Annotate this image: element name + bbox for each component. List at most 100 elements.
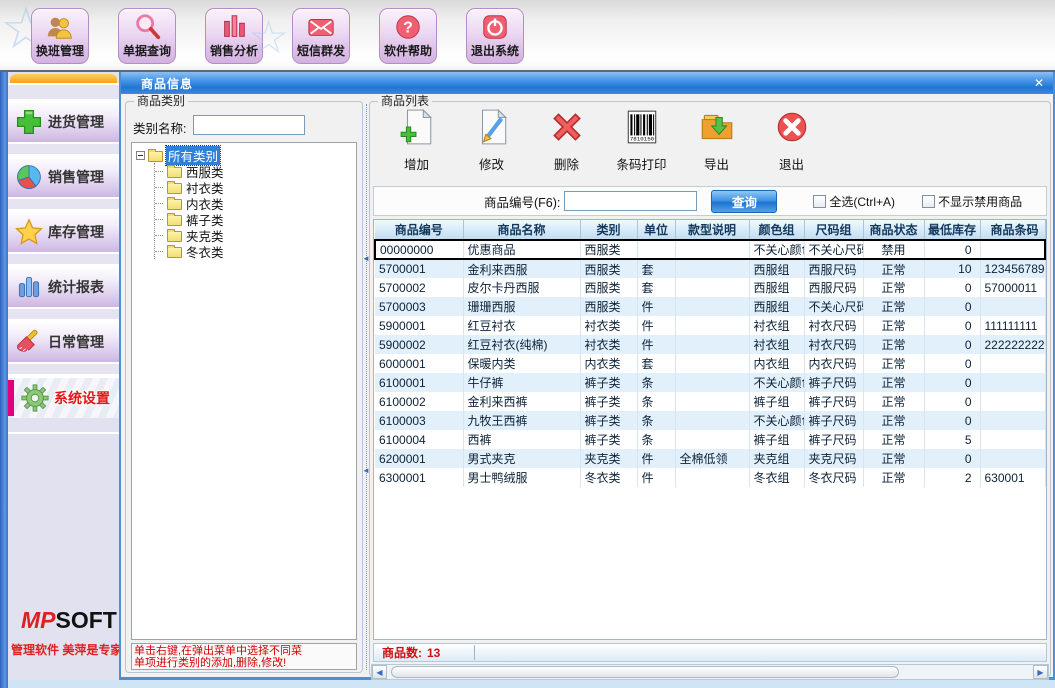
sidebar-item-3[interactable]: 库存管理 [8,211,119,252]
table-row[interactable]: 5700002皮尔卡丹西服西服类套西服组西服尺码正常057000011 [375,278,1045,297]
product-code-input[interactable] [564,191,697,211]
table-row[interactable]: 6100004西裤裤子类条裤子组裤子尺码正常5 [375,430,1045,449]
tree-node-root[interactable]: 所有类别 [132,147,356,163]
table-header-row[interactable]: 商品编号商品名称类别单位款型说明颜色组尺码组商品状态最低库存商品条码 [375,220,1045,240]
select-all-checkbox[interactable]: 全选(Ctrl+A) [813,193,895,210]
product-table[interactable]: 商品编号商品名称类别单位款型说明颜色组尺码组商品状态最低库存商品条码 00000… [373,219,1047,640]
close-icon[interactable]: ✕ [1034,77,1044,89]
条码打印-button[interactable]: 7810150条码打印 [604,108,679,173]
table-cell: 5900002 [375,335,463,354]
product-panel: 商品列表 增加修改删除7810150条码打印导出退出 商品编号(F6): 查询 … [369,101,1051,677]
table-cell: 222222222 [980,335,1045,354]
scroll-left-icon[interactable]: ◀ [372,665,387,679]
column-header-颜色组[interactable]: 颜色组 [749,220,804,240]
table-row[interactable]: 6000001保暖内类内衣类套内衣组内衣尺码正常0 [375,354,1045,373]
category-tree[interactable]: 所有类别 西服类衬衣类内衣类裤子类夹克类冬衣类 [131,142,357,640]
category-panel: 商品类别 类别名称: 所有类别 西服类衬衣类内衣类裤子类夹克类冬衣类 单击右键,… [125,101,363,673]
toolbar-button-2[interactable]: 单据查询 [118,8,176,64]
table-cell [675,354,749,373]
sidebar-item-4[interactable]: 统计报表 [8,266,119,307]
app-window: 换班管理单据查询销售分析短信群发 ?软件帮助退出系统 进货管理销售管理库存管理统计… [0,0,1055,688]
table-cell: 10 [924,259,980,278]
scrollbar-thumb[interactable] [391,666,899,678]
table-cell [675,278,749,297]
column-header-商品编号[interactable]: 商品编号 [375,220,463,240]
table-cell: 条 [637,411,675,430]
table-cell: 裤子尺码 [804,411,863,430]
table-cell: 西服组 [749,278,804,297]
table-cell: 衬衣尺码 [804,335,863,354]
toolbar-button-label: 退出 [754,154,829,173]
column-header-商品状态[interactable]: 商品状态 [863,220,924,240]
table-row[interactable]: 00000000优惠商品西服类不关心颜色不关心尺码禁用0 [375,240,1045,259]
table-row[interactable]: 6100003九牧王西裤裤子类条不关心颜色裤子尺码正常0 [375,411,1045,430]
table-cell: 6300001 [375,468,463,487]
toolbar-button-label: 软件帮助 [384,42,432,61]
sidebar-item-2[interactable]: 销售管理 [8,156,119,197]
sidebar-item-settings[interactable]: 系统设置 [8,376,119,418]
status-bar: 商品数: 13 [373,643,1047,662]
toolbar-button-label: 条码打印 [604,154,679,173]
toolbar-button-5[interactable]: ?软件帮助 [379,8,437,64]
column-header-类别[interactable]: 类别 [580,220,637,240]
horizontal-scrollbar[interactable]: ◀ ▶ [371,664,1049,680]
table-row[interactable]: 6100001牛仔裤裤子类条不关心颜色裤子尺码正常0 [375,373,1045,392]
table-row[interactable]: 5900001红豆衬衣衬衣类件衬衣组衬衣尺码正常0111111111 [375,316,1045,335]
table-cell: 金利来西服 [463,259,580,278]
column-header-商品条码[interactable]: 商品条码 [980,220,1045,240]
window-frame-bottom [8,680,1055,688]
table-cell: 西裤 [463,430,580,449]
table-cell: 57000011 [980,278,1045,297]
table-cell: 男士鸭绒服 [463,468,580,487]
table-cell: 裤子尺码 [804,392,863,411]
column-header-最低库存[interactable]: 最低库存 [924,220,980,240]
table-row[interactable]: 5900002红豆衬衣(纯棉)衬衣类件衬衣组衬衣尺码正常0222222222 [375,335,1045,354]
table-row[interactable]: 6300001男士鸭绒服冬衣类件冬衣组冬衣尺码正常2630001 [375,468,1045,487]
删除-button[interactable]: 删除 [529,108,604,173]
table-row[interactable]: 5700003珊珊西服西服类件西服组不关心尺码正常0 [375,297,1045,316]
edit-doc-icon [473,133,511,150]
toolbar-button-4[interactable]: 短信群发 [292,8,350,64]
table-cell: 皮尔卡丹西服 [463,278,580,297]
mpsoft-logo: MPSOFT [21,607,117,634]
hide-disabled-checkbox[interactable]: 不显示禁用商品 [922,193,1022,210]
修改-button[interactable]: 修改 [454,108,529,173]
toolbar-button-3[interactable]: 销售分析 [205,8,263,64]
scroll-right-icon[interactable]: ▶ [1033,665,1048,679]
table-row[interactable]: 6100002金利来西裤裤子类条裤子组裤子尺码正常0 [375,392,1045,411]
status-divider [474,645,475,660]
增加-button[interactable]: 增加 [379,108,454,173]
table-cell [980,354,1045,373]
toolbar-button-6[interactable]: 退出系统 [466,8,524,64]
table-cell: 2 [924,468,980,487]
table-body[interactable]: 00000000优惠商品西服类不关心颜色不关心尺码禁用05700001金利来西服… [375,240,1045,487]
checkbox-icon[interactable] [922,195,935,208]
sidebar-top-accent [10,74,117,83]
table-cell: 0 [924,316,980,335]
column-header-单位[interactable]: 单位 [637,220,675,240]
column-header-款型说明[interactable]: 款型说明 [675,220,749,240]
table-cell: 优惠商品 [463,240,580,259]
table-cell: 红豆衬衣 [463,316,580,335]
category-panel-title: 商品类别 [134,94,188,109]
toolbar-button-1[interactable]: 换班管理 [31,8,89,64]
checkbox-icon[interactable] [813,195,826,208]
tree-collapse-icon[interactable] [136,151,145,160]
table-cell: 西服类 [580,259,637,278]
tree-node-冬衣类[interactable]: 冬衣类 [155,243,356,259]
table-row[interactable]: 6200001男式夹克夹克类件全棉低领夹克组夹克尺码正常0 [375,449,1045,468]
column-header-商品名称[interactable]: 商品名称 [463,220,580,240]
category-name-input[interactable] [193,115,305,135]
导出-button[interactable]: 导出 [679,108,754,173]
退出-button[interactable]: 退出 [754,108,829,173]
query-button[interactable]: 查询 [711,190,777,213]
table-cell: 6100003 [375,411,463,430]
column-header-尺码组[interactable]: 尺码组 [804,220,863,240]
sidebar-item-1[interactable]: 进货管理 [8,101,119,142]
table-cell [675,430,749,449]
sidebar-item-5[interactable]: 日常管理 [8,321,119,362]
table-cell: 裤子类 [580,392,637,411]
table-row[interactable]: 5700001金利来西服西服类套西服组西服尺码正常10123456789 [375,259,1045,278]
table-cell: 0 [924,449,980,468]
table-cell: 九牧王西裤 [463,411,580,430]
